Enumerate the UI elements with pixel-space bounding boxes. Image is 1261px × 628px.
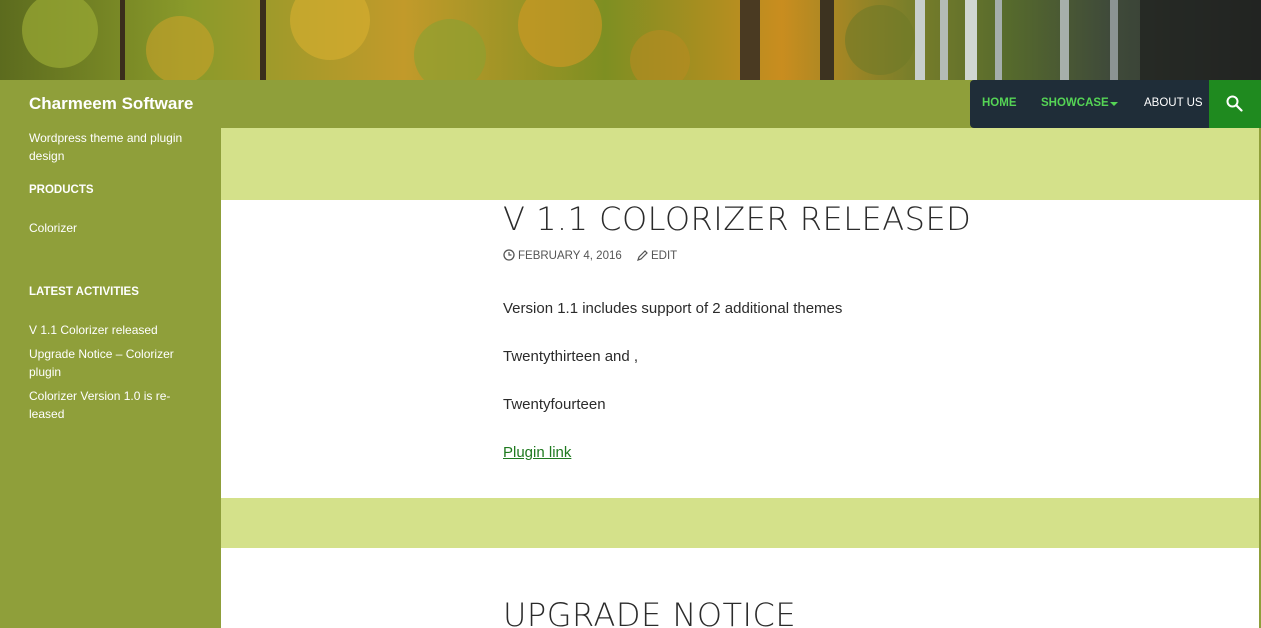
post-paragraph-link: Plugin link	[503, 444, 571, 461]
latest-activity-link[interactable]: V 1.1 Colorizer released	[29, 321, 199, 339]
search-toggle-button[interactable]	[1209, 80, 1261, 128]
site-header: Charmeem Software HOME SHOWCASE ABOUT US	[0, 80, 1261, 128]
post-date-link[interactable]: FEBRUARY 4, 2016	[503, 249, 622, 262]
post-article: V 1.1 COLORIZER RELEASED FEBRUARY 4, 201…	[221, 200, 1259, 498]
post-date: FEBRUARY 4, 2016	[518, 250, 622, 262]
post-title-link[interactable]: UPGRADE NOTICE	[503, 596, 796, 628]
nav-item-home[interactable]: HOME	[982, 97, 1017, 109]
header-banner-image	[0, 0, 1261, 80]
main-content: V 1.1 COLORIZER RELEASED FEBRUARY 4, 201…	[221, 128, 1259, 628]
latest-activity-link[interactable]: Colorizer Version 1.0 is re-leased	[29, 387, 199, 423]
sidebar: Wordpress theme and plugin design PRODUC…	[0, 128, 221, 607]
post-paragraph: Twentythirteen and ,	[503, 348, 639, 365]
post-meta: FEBRUARY 4, 2016 EDIT	[503, 249, 677, 262]
post-paragraph: Version 1.1 includes support of 2 additi…	[503, 300, 843, 317]
site-tagline: Wordpress theme and plugin design	[29, 131, 183, 163]
search-icon	[1226, 95, 1243, 112]
post-title-link[interactable]: V 1.1 COLORIZER RELEASED	[503, 200, 971, 238]
sidebar-link-colorizer[interactable]: Colorizer	[29, 219, 199, 237]
edit-post-link[interactable]: EDIT	[637, 250, 677, 262]
primary-navigation: HOME SHOWCASE ABOUT US	[970, 80, 1209, 128]
nav-item-about-us[interactable]: ABOUT US	[1144, 97, 1203, 109]
post-paragraph: Twentyfourteen	[503, 396, 606, 413]
clock-icon	[503, 249, 515, 261]
plugin-link[interactable]: Plugin link	[503, 444, 571, 461]
site-title-link[interactable]: Charmeem Software	[29, 94, 193, 114]
forest-waterfall-illustration	[22, 0, 1261, 80]
products-widget-title: PRODUCTS	[29, 184, 94, 196]
nav-item-showcase[interactable]: SHOWCASE	[1041, 97, 1109, 109]
post-article: UPGRADE NOTICE	[221, 548, 1259, 628]
latest-activities-widget-title: LATEST ACTIVITIES	[29, 286, 139, 298]
pencil-icon	[637, 250, 648, 261]
edit-label: EDIT	[650, 250, 678, 262]
chevron-down-icon[interactable]	[1110, 102, 1118, 106]
latest-activity-link[interactable]: Upgrade Notice – Colorizer plugin	[29, 345, 199, 381]
